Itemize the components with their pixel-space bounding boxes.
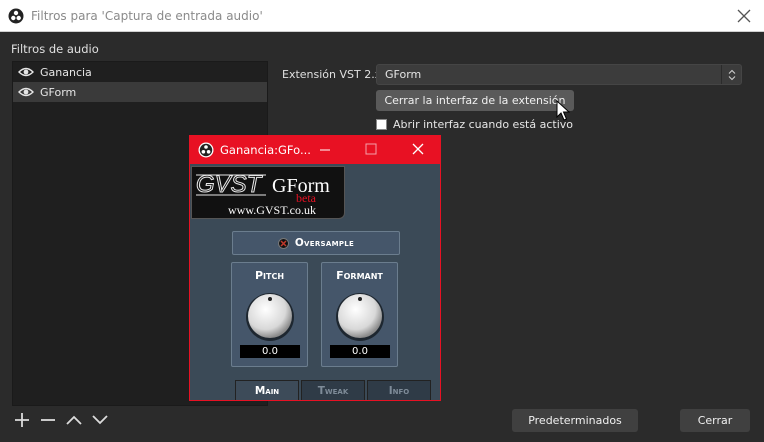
oversample-toggle[interactable]: Oversample [232,231,400,255]
tab-info[interactable]: Info [367,380,431,400]
pitch-value: 0.0 [240,345,300,358]
audio-filters-label: Filtros de audio [11,42,99,56]
filter-toolbar [12,410,110,430]
gvst-logo: GVST GForm beta www.GVST.co.uk [191,166,345,219]
window-titlebar: Filtros para 'Captura de entrada audio' [0,0,764,32]
formant-panel: Formant 0.0 [321,262,398,367]
plugin-tabs: Main Tweak Info [235,380,433,400]
updown-arrows-icon [721,65,741,84]
formant-knob[interactable] [335,291,385,341]
eye-icon[interactable] [18,66,34,78]
vst-plugin-value: GForm [385,68,422,81]
filter-item-ganancia[interactable]: Ganancia [13,62,267,82]
plugin-window-title: Ganancia:GFo... [220,143,311,157]
eye-icon[interactable] [18,86,34,98]
minus-icon[interactable] [38,410,58,430]
open-interface-when-active-checkbox[interactable]: Abrir interfaz cuando está activo [376,118,573,131]
oversample-led-icon[interactable] [277,237,289,249]
filter-item-label: Ganancia [40,65,92,79]
filter-item-gform[interactable]: GForm [13,82,267,102]
close-icon[interactable] [734,6,754,26]
checkbox-box[interactable] [376,119,387,130]
plugin-window: Ganancia:GFo... GVST GForm beta www.GVST… [189,135,441,401]
gvst-logo-art: GVST GForm beta www.GVST.co.uk [196,171,331,218]
pitch-knob[interactable] [245,291,295,341]
pitch-panel: Pitch 0.0 [231,262,308,367]
vst-plugin-select[interactable]: GForm [376,64,742,85]
plugin-window-titlebar[interactable]: Ganancia:GFo... [190,136,440,164]
obs-icon [198,142,214,158]
svg-text:www.GVST.co.uk: www.GVST.co.uk [228,203,316,217]
open-interface-label: Abrir interfaz cuando está activo [393,118,574,131]
formant-label: Formant [336,269,383,282]
minimize-icon[interactable] [318,144,332,156]
window-title: Filtros para 'Captura de entrada audio' [31,8,263,23]
chevron-down-icon[interactable] [90,410,110,430]
gform-gui: GVST GForm beta www.GVST.co.uk Oversampl… [190,164,440,400]
tab-main[interactable]: Main [235,380,299,400]
vst-plugin-label: Extensión VST 2.x [282,68,382,81]
maximize-icon[interactable] [365,143,377,155]
oversample-label: Oversample [294,237,355,249]
mouse-cursor-icon [556,100,570,121]
plus-icon[interactable] [12,410,32,430]
chevron-up-icon[interactable] [64,410,84,430]
formant-value: 0.0 [330,345,390,358]
filter-item-label: GForm [40,85,77,99]
close-icon[interactable] [411,142,425,156]
close-button[interactable]: Cerrar [680,409,750,432]
tab-tweak[interactable]: Tweak [301,380,365,400]
defaults-button[interactable]: Predeterminados [512,409,638,432]
close-plugin-interface-button[interactable]: Cerrar la interfaz de la extensión [376,90,574,111]
obs-icon [8,8,24,23]
pitch-label: Pitch [254,269,285,282]
